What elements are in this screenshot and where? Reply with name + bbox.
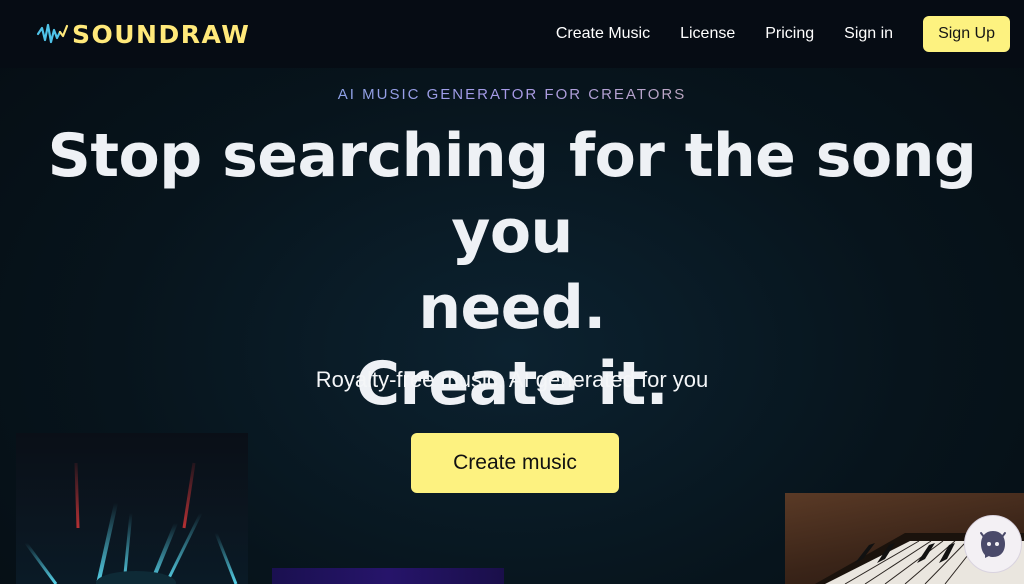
nav-license[interactable]: License — [680, 25, 735, 43]
stage-lights-graphic — [24, 462, 238, 584]
brand-name: SOUNDRAW — [72, 19, 251, 49]
create-music-button[interactable]: Create music — [411, 433, 619, 493]
headline-line-2: need. — [418, 273, 606, 343]
chat-widget-button[interactable] — [964, 515, 1022, 573]
hero-eyebrow: AI MUSIC GENERATOR FOR CREATORS — [0, 86, 1024, 103]
top-nav: SOUNDRAW Create Music License Pricing Si… — [0, 0, 1024, 68]
hero-subheading: Royalty-free music, AI generated for you — [315, 367, 709, 392]
chat-bot-icon — [980, 531, 1006, 558]
brand-logo[interactable]: SOUNDRAW — [36, 20, 250, 49]
nav-sign-in[interactable]: Sign in — [844, 25, 893, 43]
nav-create-music[interactable]: Create Music — [556, 25, 650, 43]
sound-wave-icon — [36, 23, 69, 44]
headline-line-1: Stop searching for the song you — [47, 121, 977, 267]
sign-up-button[interactable]: Sign Up — [923, 16, 1010, 52]
nav-pricing[interactable]: Pricing — [765, 25, 814, 43]
purple-image-thumbnail — [272, 568, 504, 584]
nav-links: Create Music License Pricing Sign in Sig… — [556, 16, 1010, 52]
concert-lights-image — [16, 433, 248, 584]
